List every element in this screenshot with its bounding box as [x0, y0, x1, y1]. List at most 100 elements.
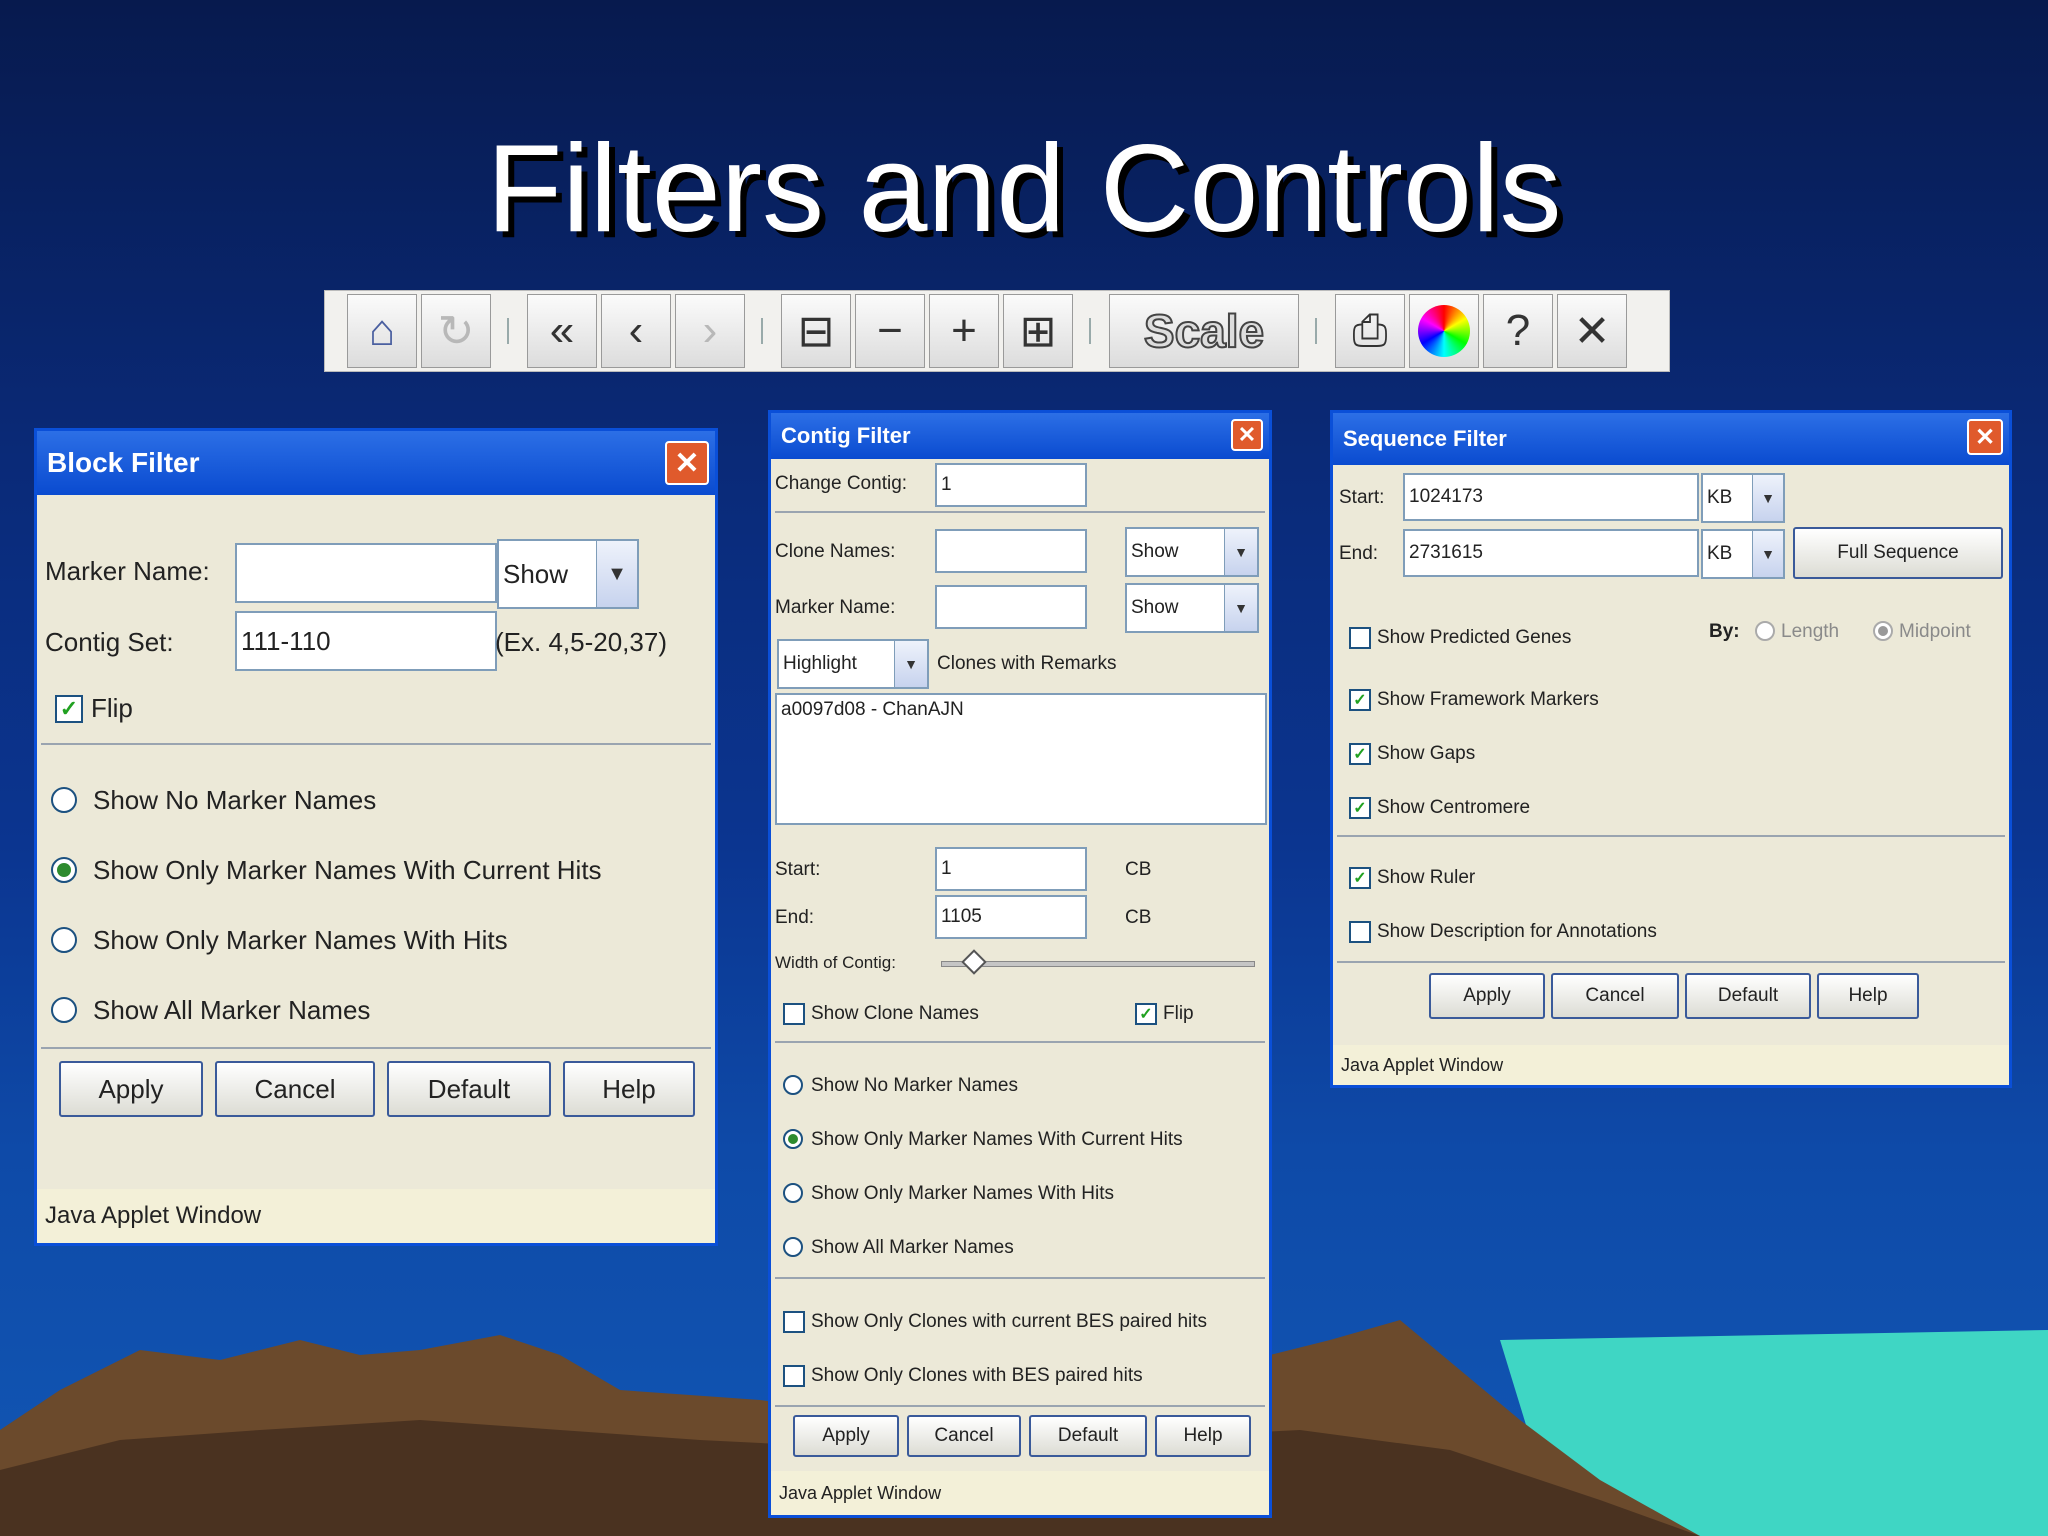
default-button[interactable]: Default	[387, 1061, 551, 1117]
divider	[775, 1277, 1265, 1279]
expand-icon[interactable]: ⊞	[1003, 294, 1073, 368]
help-button[interactable]: Help	[1817, 973, 1919, 1019]
scale-button[interactable]: Scale	[1109, 294, 1299, 368]
toolbar-separator	[1089, 318, 1091, 344]
color-wheel-icon[interactable]	[1409, 294, 1479, 368]
divider	[775, 511, 1265, 513]
zoom-out-icon[interactable]: −	[855, 294, 925, 368]
window-title: Block Filter	[47, 447, 200, 478]
highlight-select[interactable]: Highlight ▼	[777, 639, 929, 689]
bes-paired-checkbox[interactable]	[783, 1365, 805, 1387]
bes-current-paired-checkbox[interactable]	[783, 1311, 805, 1333]
chevron-down-icon[interactable]: ▼	[1752, 475, 1783, 521]
default-button[interactable]: Default	[1685, 973, 1811, 1019]
start-unit-select[interactable]: KB ▼	[1701, 473, 1785, 523]
chevron-down-icon[interactable]: ▼	[596, 541, 637, 607]
radio-show-only-current-hits[interactable]	[51, 857, 77, 883]
cancel-button[interactable]: Cancel	[215, 1061, 375, 1117]
clone-names-input[interactable]	[935, 529, 1087, 573]
change-contig-input[interactable]: 1	[935, 463, 1087, 507]
width-slider-thumb[interactable]	[961, 949, 987, 975]
remarks-list[interactable]: a0097d08 - ChanAJN	[775, 693, 1267, 825]
radio-show-all-marker-names[interactable]	[51, 997, 77, 1023]
marker-name-input[interactable]	[235, 543, 497, 603]
jump-back-icon[interactable]: «	[527, 294, 597, 368]
window-title: Sequence Filter	[1343, 426, 1507, 451]
chevron-down-icon[interactable]: ▼	[894, 641, 927, 687]
radio-show-no-marker-names[interactable]	[51, 787, 77, 813]
chevron-down-icon[interactable]: ▼	[1224, 529, 1257, 575]
zoom-in-icon[interactable]: +	[929, 294, 999, 368]
refresh-icon[interactable]: ↻	[421, 294, 491, 368]
flip-checkbox[interactable]: ✓	[1135, 1003, 1157, 1025]
radio-length[interactable]	[1755, 621, 1775, 641]
start-input[interactable]: 1	[935, 847, 1087, 891]
sequence-filter-window: Sequence Filter ✕ Start: 1024173 KB ▼ En…	[1330, 410, 2012, 1088]
back-icon[interactable]: ‹	[601, 294, 671, 368]
toolbar-separator	[1315, 318, 1317, 344]
marker-show-select[interactable]: Show ▼	[1125, 583, 1259, 633]
flip-checkbox[interactable]: ✓	[55, 695, 83, 723]
radio-midpoint[interactable]	[1873, 621, 1893, 641]
chevron-down-icon[interactable]: ▼	[1752, 531, 1783, 577]
checkbox-label: Show Framework Markers	[1377, 689, 1599, 710]
show-centromere-checkbox[interactable]: ✓	[1349, 797, 1371, 819]
forward-icon[interactable]: ›	[675, 294, 745, 368]
end-input[interactable]: 1105	[935, 895, 1087, 939]
end-input[interactable]: 2731615	[1403, 529, 1699, 577]
show-clone-names-checkbox[interactable]	[783, 1003, 805, 1025]
apply-button[interactable]: Apply	[1429, 973, 1545, 1019]
close-icon[interactable]: ✕	[1231, 419, 1263, 451]
checkbox-label: Show Only Clones with current BES paired…	[811, 1311, 1208, 1332]
start-input[interactable]: 1024173	[1403, 473, 1699, 521]
clone-show-select[interactable]: Show ▼	[1125, 527, 1259, 577]
divider	[41, 743, 711, 745]
home-icon[interactable]: ⌂	[347, 294, 417, 368]
marker-name-input[interactable]	[935, 585, 1087, 629]
status-bar: Java Applet Window	[37, 1189, 715, 1243]
width-slider-track[interactable]	[941, 961, 1255, 967]
help-button[interactable]: Help	[563, 1061, 695, 1117]
close-icon[interactable]: ✕	[1557, 294, 1627, 368]
shrink-icon[interactable]: ⊟	[781, 294, 851, 368]
show-predicted-genes-label: Show Predicted Genes	[1377, 627, 1572, 648]
show-description-checkbox[interactable]	[1349, 921, 1371, 943]
chevron-down-icon[interactable]: ▼	[1224, 585, 1257, 631]
marker-name-label: Marker Name:	[775, 597, 896, 618]
list-item[interactable]: a0097d08 - ChanAJN	[781, 699, 964, 720]
radio-show-all-marker-names[interactable]	[783, 1237, 803, 1257]
print-icon[interactable]: ⎙	[1335, 294, 1405, 368]
radio-label: Show Only Marker Names With Hits	[811, 1183, 1115, 1204]
marker-name-label: Marker Name:	[45, 556, 210, 586]
radio-label: Show No Marker Names	[811, 1075, 1018, 1096]
marker-show-select[interactable]: Show ▼	[497, 539, 639, 609]
divider	[41, 1047, 711, 1049]
show-ruler-checkbox[interactable]: ✓	[1349, 867, 1371, 889]
end-unit-select[interactable]: KB ▼	[1701, 529, 1785, 579]
contig-set-input[interactable]: 111-110	[235, 611, 497, 671]
block-filter-titlebar: Block Filter	[37, 431, 715, 495]
show-gaps-checkbox[interactable]: ✓	[1349, 743, 1371, 765]
flip-label: Flip	[1163, 1003, 1194, 1024]
radio-show-only-hits[interactable]	[783, 1183, 803, 1203]
close-icon[interactable]: ✕	[665, 441, 709, 485]
help-icon[interactable]: ?	[1483, 294, 1553, 368]
radio-show-only-hits[interactable]	[51, 927, 77, 953]
full-sequence-button[interactable]: Full Sequence	[1793, 527, 2003, 579]
start-label: Start:	[775, 859, 821, 880]
show-clone-names-label: Show Clone Names	[811, 1003, 979, 1024]
close-icon[interactable]: ✕	[1967, 419, 2003, 455]
help-button[interactable]: Help	[1155, 1415, 1251, 1457]
apply-button[interactable]: Apply	[793, 1415, 899, 1457]
show-framework-markers-checkbox[interactable]: ✓	[1349, 689, 1371, 711]
radio-show-only-current-hits[interactable]	[783, 1129, 803, 1149]
divider	[1337, 961, 2005, 963]
apply-button[interactable]: Apply	[59, 1061, 203, 1117]
default-button[interactable]: Default	[1029, 1415, 1147, 1457]
cancel-button[interactable]: Cancel	[907, 1415, 1021, 1457]
contig-filter-window: Contig Filter ✕ Change Contig: 1 Clone N…	[768, 410, 1272, 1518]
radio-show-no-marker-names[interactable]	[783, 1075, 803, 1095]
checkbox-label: Show Only Clones with BES paired hits	[811, 1365, 1143, 1386]
show-predicted-genes-checkbox[interactable]	[1349, 627, 1371, 649]
cancel-button[interactable]: Cancel	[1551, 973, 1679, 1019]
